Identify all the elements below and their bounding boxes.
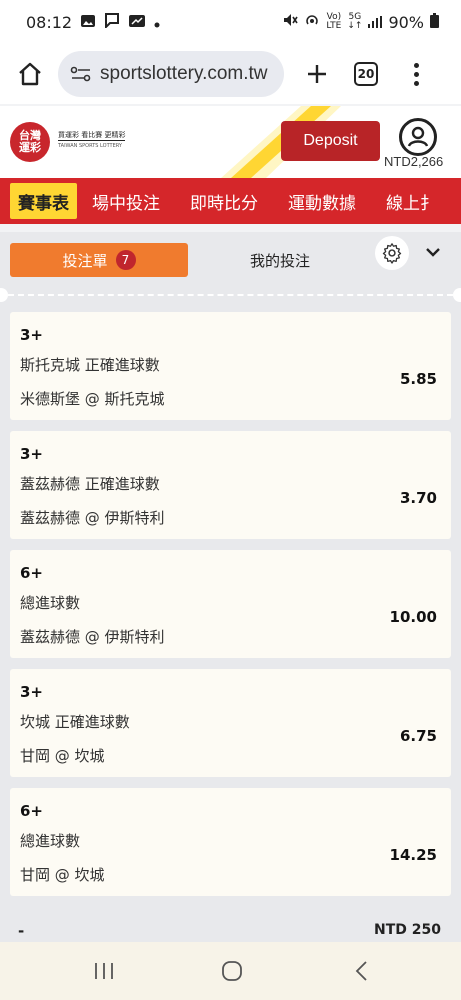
bet-item[interactable]: 3+ 蓋茲赫德 正確進球數 蓋茲赫德 @ 伊斯特利 3.70 [10,431,451,539]
back-button[interactable] [347,956,377,986]
bet-match: 蓋茲赫德 @ 伊斯特利 [20,628,165,646]
chevron-down-icon [426,248,440,257]
bet-odds: 3.70 [399,489,437,507]
tab-my-bets[interactable]: 我的投注 [250,250,310,271]
bet-selection: 6+ [20,802,44,820]
battery-percent: 90% [388,12,424,32]
fiveg-icon: 5G ↓↑ [347,12,363,31]
new-tab-button[interactable] [300,57,334,91]
volte-icon: Vo) LTE [326,12,342,31]
account-balance: NTD2,266 [384,154,444,169]
gear-icon [382,243,402,264]
ticket-notch [0,288,8,302]
recent-apps-icon [95,963,113,979]
battery-icon [430,12,439,32]
tab-bet-slip-label: 投注單 [62,251,108,270]
bet-match: 甘岡 @ 坎城 [20,747,105,765]
nav-tab-live-betting[interactable]: 場中投注 [77,178,175,224]
bet-odds: 5.85 [399,370,437,388]
back-chevron-icon [355,961,367,981]
bet-item[interactable]: 3+ 斯托克城 正確進球數 米德斯堡 @ 斯托克城 5.85 [10,312,451,420]
address-bar[interactable]: sportslottery.com.tw [58,51,284,97]
home-circle-icon [222,961,242,981]
summary-label: - [18,922,25,940]
home-nav-button[interactable] [217,956,247,986]
bet-slip: 投注單 7 我的投注 3+ 斯托克城 正確進球數 米德斯堡 @ 斯托克城 5.8… [0,232,461,1000]
bet-item[interactable]: 6+ 總進球數 甘岡 @ 坎城 14.25 [10,788,451,896]
bet-item[interactable]: 3+ 坎城 正確進球數 甘岡 @ 坎城 6.75 [10,669,451,777]
site-header: 台灣 運彩 買運彩 看比賽 更精彩 TAIWAN SPORTS LOTTERY D… [0,106,461,178]
browser-toolbar: sportslottery.com.tw 20 [0,44,461,104]
collapse-button[interactable] [421,240,445,264]
bet-market: 總進球數 [20,832,81,850]
ticket-notch [453,288,461,302]
plus-icon [308,65,326,83]
bet-market: 坎城 正確進球數 [20,713,130,731]
bet-match: 蓋茲赫德 @ 伊斯特利 [20,509,165,527]
url-text[interactable]: sportslottery.com.tw [100,63,268,85]
bet-odds: 6.75 [399,727,437,745]
signal-notification-icon [128,13,146,32]
tab-bet-slip[interactable]: 投注單 7 [10,243,188,277]
stake-amount: NTD 250 [374,922,441,938]
bet-selection: 3+ [20,326,44,344]
deposit-button[interactable]: Deposit [281,121,380,161]
settings-button[interactable] [375,236,409,270]
bet-market: 斯托克城 正確進球數 [20,356,160,374]
bet-market: 蓋茲赫德 正確進球數 [20,475,160,493]
bet-market: 總進球數 [20,594,81,612]
site-settings-icon[interactable] [70,65,92,83]
nav-tab-live-scores[interactable]: 即時比分 [175,178,273,224]
nav-tab-online[interactable]: 線上扌 [371,178,452,224]
bet-selection: 3+ [20,683,44,701]
more-menu-icon[interactable] [406,57,426,91]
home-button[interactable] [12,56,48,92]
tab-switcher-button[interactable]: 20 [354,62,378,86]
logo-caption: 買運彩 看比賽 更精彩 TAIWAN SPORTS LOTTERY [58,131,126,149]
nav-tab-schedule[interactable]: 賽事表 [10,183,77,219]
nav-tab-sports-data[interactable]: 運動數據 [273,178,371,224]
dot-icon [154,13,160,32]
taiwan-sports-lottery-logo[interactable]: 台灣 運彩 [10,122,50,162]
message-notification-icon [104,12,120,32]
bet-selection: 3+ [20,445,44,463]
recent-apps-button[interactable] [89,956,119,986]
bet-count-badge: 7 [115,250,136,270]
system-navigation-bar [0,942,461,1000]
account-button[interactable] [399,118,437,156]
user-icon [407,126,429,147]
photo-notification-icon [80,13,96,32]
bet-item[interactable]: 6+ 總進球數 蓋茲赫德 @ 伊斯特利 10.00 [10,550,451,658]
bet-odds: 10.00 [389,608,437,626]
home-icon [19,62,41,86]
bet-match: 甘岡 @ 坎城 [20,866,105,884]
bet-match: 米德斯堡 @ 斯托克城 [20,390,165,408]
clock: 08:12 [26,12,73,32]
hotspot-icon [304,12,320,32]
bet-odds: 14.25 [389,846,437,864]
status-bar: 08:12 Vo) LTE 5G ↓↑ 90% [0,0,461,44]
bet-selection: 6+ [20,564,44,582]
mute-icon [282,12,299,32]
signal-strength-icon [368,13,383,32]
main-nav: 賽事表 場中投注 即時比分 運動數據 線上扌 [0,178,461,224]
ticket-divider [8,294,453,296]
